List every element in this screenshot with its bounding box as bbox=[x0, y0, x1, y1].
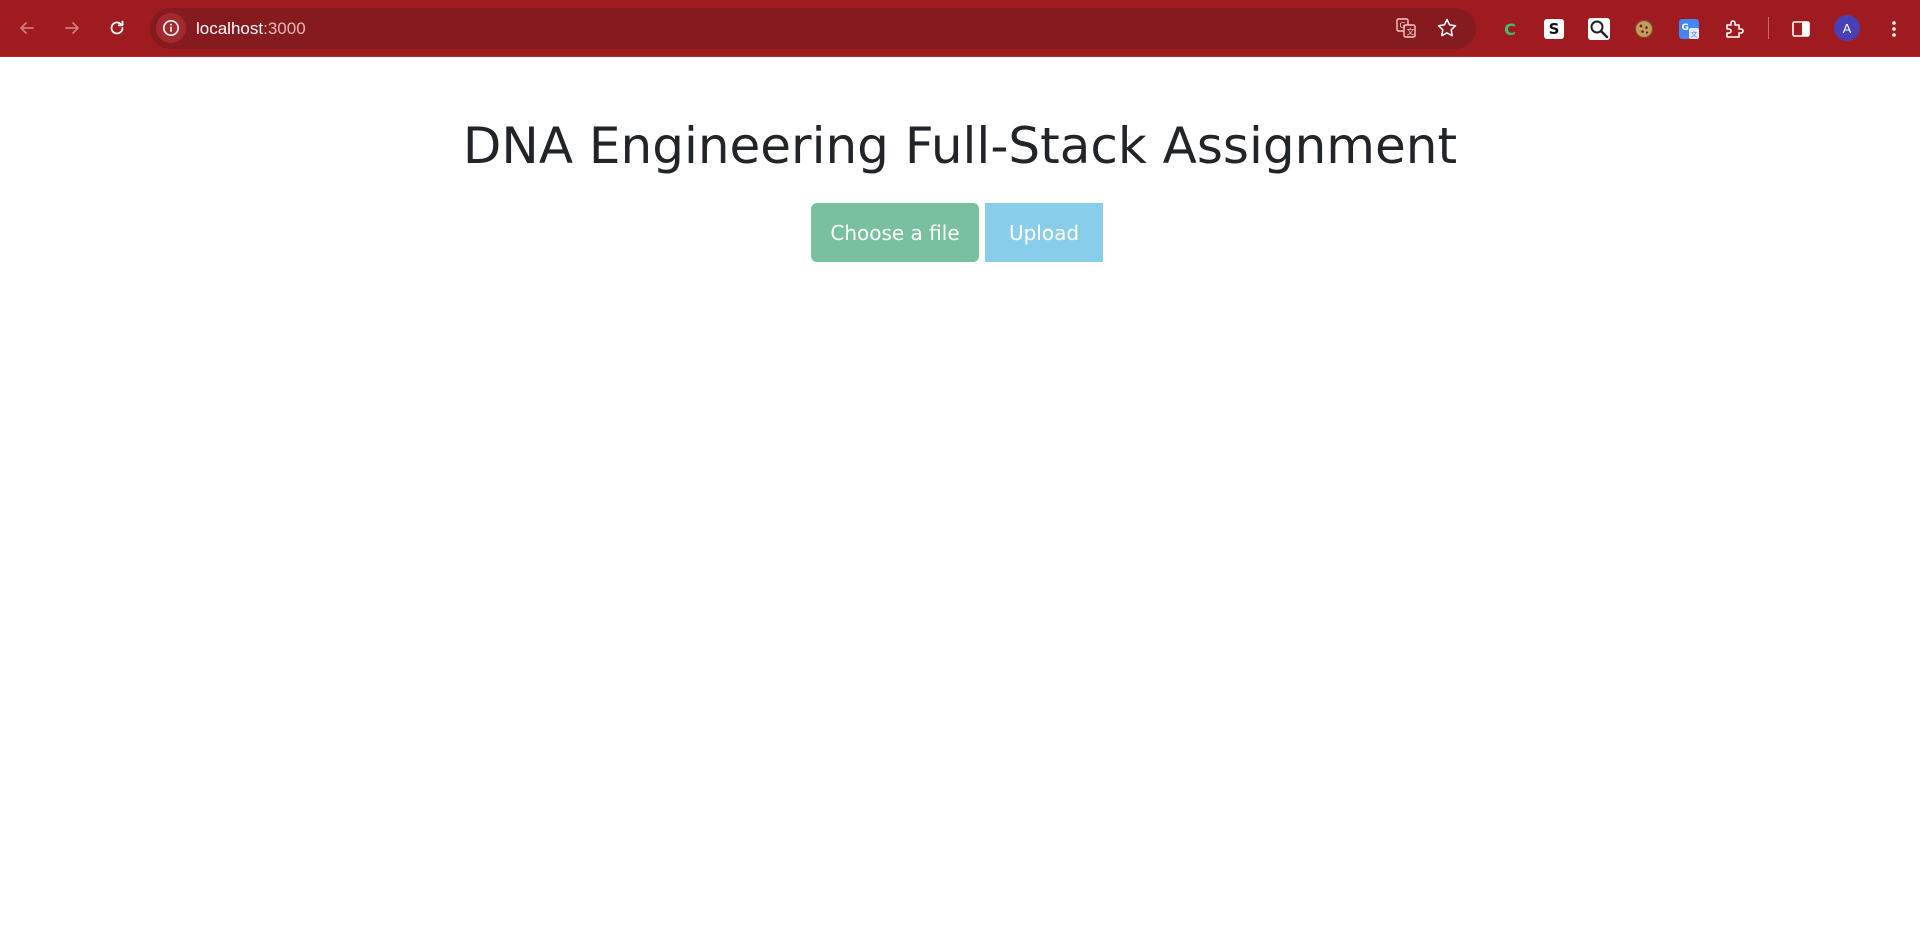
magnifier-extension-icon[interactable] bbox=[1585, 15, 1613, 43]
page-content: DNA Engineering Full-Stack Assignment Ch… bbox=[0, 57, 1920, 925]
browser-toolbar: localhost:3000 G 文 C S G 文 A bbox=[0, 0, 1920, 57]
s-extension-icon[interactable]: S bbox=[1540, 15, 1568, 43]
back-button[interactable] bbox=[9, 10, 45, 46]
s-extension-label: S bbox=[1548, 20, 1560, 38]
c-extension-icon[interactable]: C bbox=[1496, 15, 1524, 43]
side-panel-icon[interactable] bbox=[1787, 15, 1815, 43]
url-port: :3000 bbox=[263, 19, 306, 38]
toolbar-separator bbox=[1768, 17, 1769, 39]
puzzle-extensions-icon[interactable] bbox=[1720, 15, 1748, 43]
site-info-button[interactable] bbox=[156, 13, 186, 43]
url-host: localhost bbox=[196, 19, 264, 38]
svg-text:G: G bbox=[1682, 23, 1689, 33]
c-extension-label: C bbox=[1504, 19, 1516, 39]
svg-text:G: G bbox=[1400, 21, 1406, 30]
forward-button[interactable] bbox=[54, 10, 90, 46]
page-title: DNA Engineering Full-Stack Assignment bbox=[462, 117, 1458, 175]
cookie-extension-icon[interactable] bbox=[1630, 15, 1658, 43]
arrow-right-icon bbox=[65, 22, 79, 34]
upload-button[interactable]: Upload bbox=[985, 203, 1103, 262]
avatar[interactable]: A bbox=[1834, 15, 1860, 41]
star-icon[interactable] bbox=[1435, 16, 1459, 40]
profile-initial: A bbox=[1842, 20, 1852, 36]
kebab-menu-icon[interactable] bbox=[1880, 15, 1908, 43]
reload-icon bbox=[110, 20, 124, 35]
google-translate-extension-icon[interactable]: G 文 bbox=[1675, 15, 1703, 43]
svg-text:文: 文 bbox=[1407, 27, 1415, 37]
choose-file-button[interactable]: Choose a file bbox=[811, 203, 979, 262]
svg-text:文: 文 bbox=[1691, 30, 1698, 39]
url-text[interactable]: localhost:3000 bbox=[196, 8, 306, 49]
arrow-left-icon bbox=[20, 22, 34, 34]
info-icon bbox=[163, 20, 179, 36]
reload-button[interactable] bbox=[99, 10, 135, 46]
translate-icon[interactable]: G 文 bbox=[1394, 16, 1418, 40]
address-bar[interactable]: localhost:3000 G 文 bbox=[150, 8, 1476, 49]
